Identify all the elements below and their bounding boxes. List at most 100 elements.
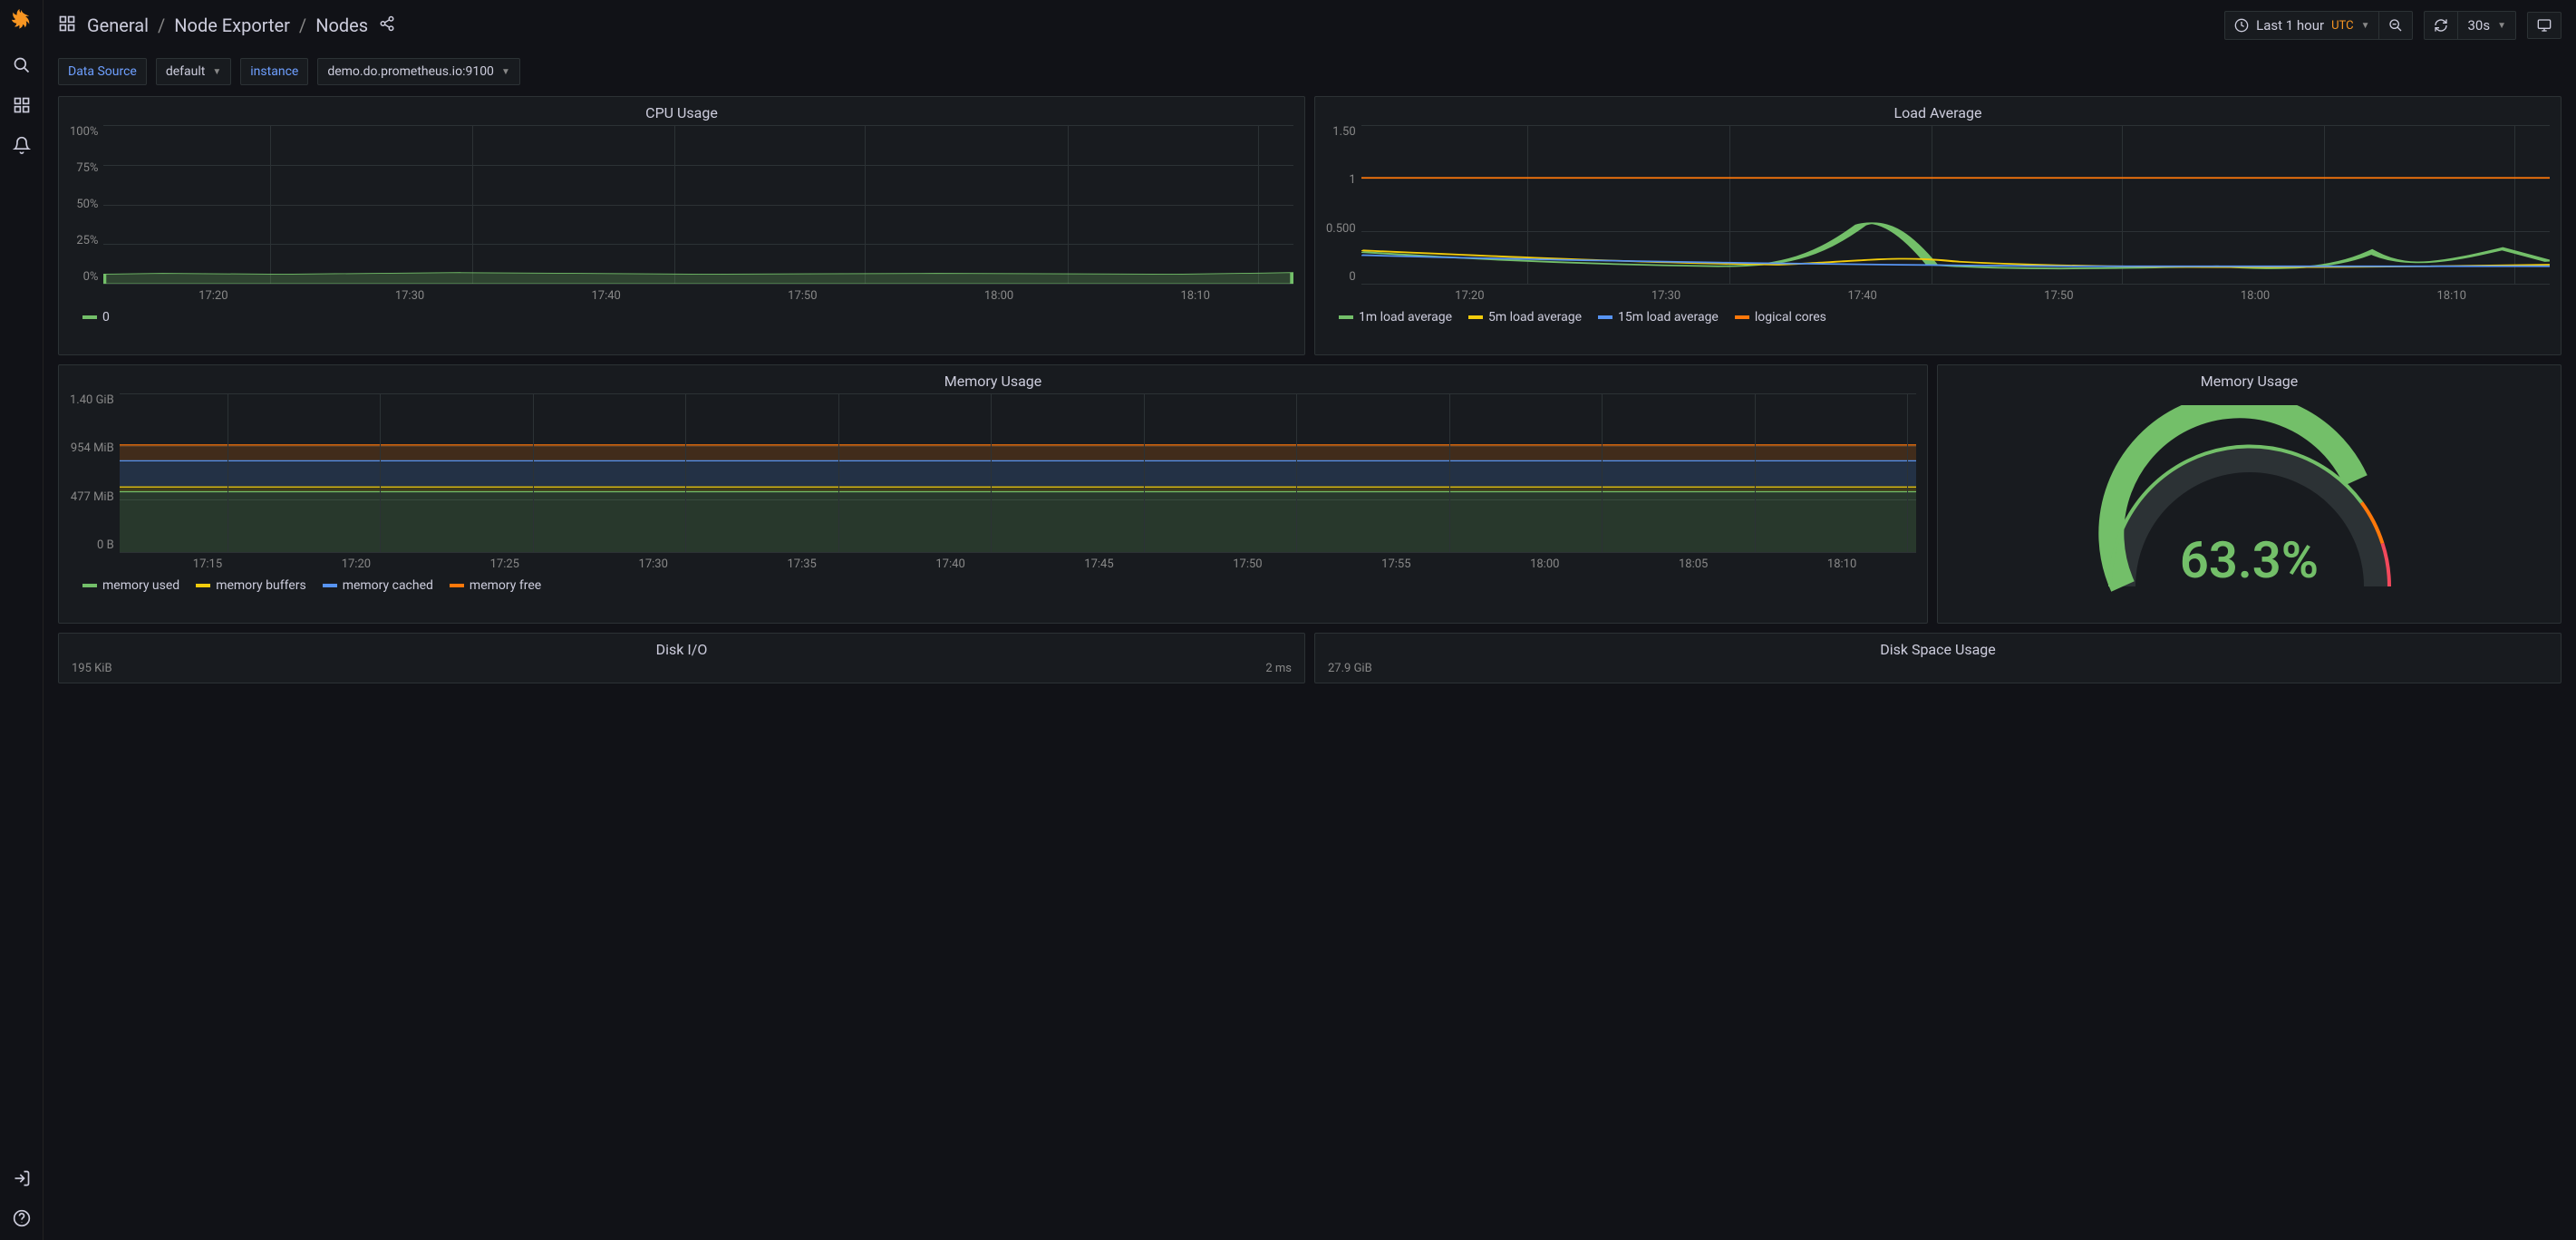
xtick: 18:00 — [901, 289, 1098, 303]
panel-title: Disk I/O — [59, 634, 1304, 662]
load-chart[interactable] — [1361, 125, 2550, 284]
xtick: 18:10 — [1767, 557, 1916, 571]
panel-title: Load Average — [1315, 97, 2561, 125]
search-icon[interactable] — [11, 54, 33, 76]
breadcrumb-dashboard[interactable]: Nodes — [315, 15, 368, 36]
xtick: 17:30 — [579, 557, 728, 571]
cpu-chart[interactable] — [103, 125, 1293, 284]
panel-cpu-usage[interactable]: CPU Usage 100% 75% 50% 25% 0% — [58, 96, 1305, 355]
legend-item[interactable]: 15m load average — [1598, 310, 1719, 325]
var-instance-label: instance — [240, 58, 308, 85]
help-icon[interactable] — [11, 1207, 33, 1229]
xtick: 17:50 — [1961, 289, 2157, 303]
xtick: 18:10 — [2353, 289, 2550, 303]
chevron-down-icon: ▼ — [2361, 21, 2370, 31]
chevron-down-icon: ▼ — [501, 67, 510, 77]
xtick: 17:40 — [1764, 289, 1961, 303]
var-datasource-value: default — [166, 64, 206, 79]
signin-icon[interactable] — [11, 1167, 33, 1189]
ytick: 100% — [70, 125, 98, 139]
var-instance-select[interactable]: demo.do.prometheus.io:9100 ▼ — [317, 58, 520, 85]
legend-item[interactable]: memory free — [450, 578, 541, 593]
view-mode-button[interactable] — [2527, 12, 2561, 39]
xtick: 17:30 — [312, 289, 508, 303]
chevron-down-icon: ▼ — [2497, 21, 2506, 31]
ytick: 195 KiB — [72, 662, 112, 675]
refresh-interval-label: 30s — [2467, 17, 2490, 34]
ytick: 25% — [76, 234, 98, 247]
memory-gauge: 63.3% — [1949, 393, 2550, 615]
monitor-icon — [2537, 18, 2552, 33]
template-variables-bar: Data Source default ▼ instance demo.do.p… — [44, 51, 2576, 96]
xtick: 17:15 — [133, 557, 282, 571]
breadcrumb-sep: / — [158, 15, 165, 36]
legend-item[interactable]: logical cores — [1735, 310, 1826, 325]
dashboards-icon[interactable] — [11, 94, 33, 116]
breadcrumb-sep: / — [299, 15, 306, 36]
panel-disk-space-usage[interactable]: Disk Space Usage 27.9 GiB — [1314, 633, 2561, 683]
ytick: 50% — [76, 198, 98, 211]
share-icon[interactable] — [379, 15, 395, 35]
memory-chart[interactable] — [120, 393, 1916, 552]
xtick: 17:20 — [115, 289, 312, 303]
zoom-out-icon — [2388, 18, 2403, 33]
legend-item[interactable]: memory buffers — [196, 578, 305, 593]
refresh-icon — [2434, 18, 2448, 33]
xtick: 17:40 — [508, 289, 704, 303]
refresh-interval-button[interactable]: 30s ▼ — [2457, 11, 2516, 40]
xtick: 17:20 — [1371, 289, 1568, 303]
xtick: 17:45 — [1025, 557, 1174, 571]
ytick: 0% — [83, 270, 99, 284]
panel-title: Memory Usage — [1938, 365, 2561, 393]
xtick: 17:40 — [876, 557, 1025, 571]
xtick: 17:55 — [1322, 557, 1470, 571]
chevron-down-icon: ▼ — [212, 67, 221, 77]
gauge-value: 63.3% — [1949, 530, 2550, 590]
refresh-button[interactable] — [2424, 11, 2457, 40]
xtick: 17:30 — [1568, 289, 1765, 303]
zoom-out-button[interactable] — [2378, 11, 2413, 40]
grafana-logo[interactable] — [7, 7, 36, 36]
alerting-icon[interactable] — [11, 134, 33, 156]
ytick: 0 B — [97, 538, 114, 552]
xtick: 18:10 — [1097, 289, 1293, 303]
panel-title: CPU Usage — [59, 97, 1304, 125]
var-datasource-label: Data Source — [58, 58, 147, 85]
legend-item[interactable]: 5m load average — [1468, 310, 1582, 325]
panel-disk-io[interactable]: Disk I/O 195 KiB 2 ms — [58, 633, 1305, 683]
xtick: 17:50 — [1173, 557, 1322, 571]
time-range-label: Last 1 hour — [2256, 17, 2324, 34]
xtick: 18:00 — [2157, 289, 2354, 303]
var-datasource-select[interactable]: default ▼ — [156, 58, 231, 85]
breadcrumb-folder[interactable]: Node Exporter — [174, 15, 290, 36]
sidebar — [0, 0, 44, 1240]
panel-load-average[interactable]: Load Average 1.50 1 0.500 0 — [1314, 96, 2561, 355]
xtick: 17:50 — [704, 289, 901, 303]
xtick: 18:00 — [1470, 557, 1619, 571]
ytick: 1.50 — [1332, 125, 1355, 139]
xtick: 17:35 — [728, 557, 876, 571]
ytick: 27.9 GiB — [1328, 662, 1372, 675]
ytick: 1.40 GiB — [70, 393, 114, 407]
legend-item[interactable]: memory cached — [323, 578, 433, 593]
legend-item[interactable]: 1m load average — [1339, 310, 1452, 325]
ytick: 0 — [1349, 270, 1355, 284]
legend-item[interactable]: 0 — [82, 310, 110, 325]
ytick: 75% — [76, 161, 98, 175]
panel-memory-usage-graph[interactable]: Memory Usage 1.40 GiB 954 MiB 477 MiB 0 … — [58, 364, 1928, 624]
var-instance-value: demo.do.prometheus.io:9100 — [327, 64, 494, 79]
ytick: 1 — [1349, 173, 1355, 187]
ytick: 2 ms — [1265, 662, 1292, 675]
timezone-label: UTC — [2331, 19, 2353, 33]
panel-title: Memory Usage — [59, 365, 1927, 393]
ytick: 0.500 — [1326, 222, 1356, 236]
legend-item[interactable]: memory used — [82, 578, 179, 593]
clock-icon — [2234, 18, 2249, 33]
xtick: 17:20 — [282, 557, 431, 571]
time-range-button[interactable]: Last 1 hour UTC ▼ — [2224, 11, 2378, 40]
breadcrumb: General / Node Exporter / Nodes — [87, 15, 368, 36]
dashboards-grid-icon[interactable] — [58, 15, 76, 36]
ytick: 954 MiB — [71, 441, 114, 455]
panel-memory-usage-gauge[interactable]: Memory Usage 63.3% — [1937, 364, 2561, 624]
breadcrumb-root[interactable]: General — [87, 15, 149, 36]
